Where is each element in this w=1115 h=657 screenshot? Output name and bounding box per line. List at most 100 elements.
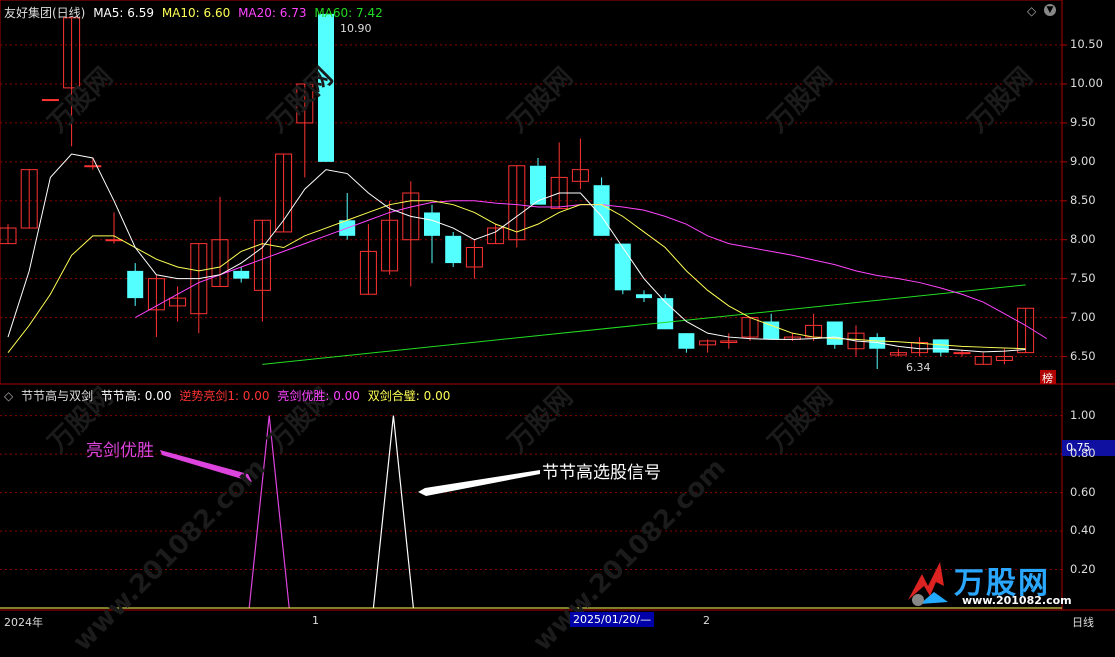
candlestick-series [0,13,1035,369]
annotation-jiejiegao: 节节高选股信号 [542,463,661,483]
candle-body [932,339,949,353]
current-value-label: 0.75 [1066,441,1091,454]
candle [593,177,610,236]
candle [571,138,589,190]
y-tick-label: 8.50 [1070,192,1096,207]
candle [889,348,907,357]
candle [20,169,38,229]
ma5-label: MA5: 6.59 [93,6,154,20]
candle [127,263,144,306]
candle [614,243,631,295]
signal-spike [248,415,290,609]
candle-body [657,298,674,330]
candle [826,321,843,349]
candle [253,219,271,322]
stock-title[interactable]: 友好集团(日线) [4,6,85,20]
ma60-label: MA60: 7.42 [314,6,383,20]
indicator-tick-label: 0.60 [1070,484,1096,499]
high-price-label: 10.90 [340,22,372,35]
candle-body [678,333,695,349]
candle [550,142,568,210]
candle [190,243,208,334]
y-tick-label: 7.50 [1070,270,1096,285]
candle-body [41,99,59,102]
chart-canvas[interactable] [0,0,1115,634]
period-label[interactable]: 日线 [1072,614,1094,630]
candle [636,290,652,303]
diamond-icon[interactable]: ◇ [1027,4,1036,18]
candle [63,17,81,147]
indicator-tick-label: 0.40 [1070,523,1096,538]
y-tick-label: 10.50 [1070,37,1103,52]
candle [296,83,314,178]
field-jiejiegao: 节节高: 0.00 [100,389,172,403]
candle [359,224,377,295]
y-tick-label: 7.00 [1070,309,1096,324]
indicator-grid [0,415,1062,571]
candle-body [424,212,440,236]
candle [41,99,59,102]
field-liangjian-yousheng: 亮剑优胜: 0.00 [277,389,360,403]
field-nishi-liangjian: 逆势亮剑1: 0.00 [179,389,270,403]
candle [678,333,695,353]
annotation-arrow-left [160,450,252,482]
candle [402,181,420,287]
indicator-collapse-icon[interactable]: ◇ [4,389,13,403]
candle [953,350,971,357]
y-tick-label: 10.00 [1070,75,1103,90]
selected-date-box[interactable]: 2025/01/20/— [570,612,655,627]
indicator-tick-label: 0.20 [1070,561,1096,576]
candle-body [127,270,144,299]
candle [465,239,483,279]
down-arrow-icon[interactable]: ▼ [1044,4,1056,16]
candle [508,165,526,248]
indicator-signals [248,415,414,609]
indicator-header: ◇ 节节高与双剑 节节高: 0.00 逆势亮剑1: 0.00 亮剑优胜: 0.0… [4,387,454,404]
candle [911,337,929,357]
date-month1-label: 1 [312,614,319,627]
candle [1017,307,1035,354]
field-shuangjian-hebi: 双剑合璧: 0.00 [367,389,451,403]
candle-body [318,13,334,162]
candle [445,231,462,267]
candle-body [105,239,123,242]
candle [974,352,992,365]
corner-badge[interactable]: 榜 [1042,370,1053,386]
y-tick-label: 6.50 [1070,348,1096,363]
y-tick-label: 9.50 [1070,114,1096,129]
candle-body [953,352,971,355]
ma20-label: MA20: 6.73 [238,6,307,20]
candle [318,13,334,162]
date-year-label: 2024年 [4,616,43,629]
candle-body [445,235,462,264]
candle [932,339,949,357]
y-tick-label: 9.00 [1070,153,1096,168]
candle [381,200,399,275]
logo-url: www.201082.com [962,594,1072,607]
brand-logo: 万股网 www.201082.com [900,556,1072,608]
ma10-label: MA10: 6.60 [161,6,231,20]
candle [869,333,886,369]
candle [657,294,674,330]
date-month2-label: 2 [703,614,710,627]
annotation-liangjian: 亮剑优胜 [86,441,154,461]
candle [0,224,17,245]
candle-body [826,321,843,345]
low-price-label: 6.34 [906,361,931,374]
logo-arrow-icon [908,562,948,606]
candle [339,193,356,240]
candle [84,157,102,170]
candle-body [233,270,250,279]
candle-body [763,321,780,340]
candle-body [614,243,631,291]
y-tick-label: 8.00 [1070,231,1096,246]
indicator-name[interactable]: 节节高与双剑 [21,389,93,403]
candle [720,333,738,349]
candle [530,157,546,205]
candle [424,204,440,264]
candle-body [84,165,102,168]
main-header: 友好集团(日线) MA5: 6.59 MA10: 6.60 MA20: 6.73… [4,4,387,21]
indicator-tick-label: 1.00 [1070,407,1096,422]
signal-spike [372,415,414,609]
candle [741,317,759,341]
